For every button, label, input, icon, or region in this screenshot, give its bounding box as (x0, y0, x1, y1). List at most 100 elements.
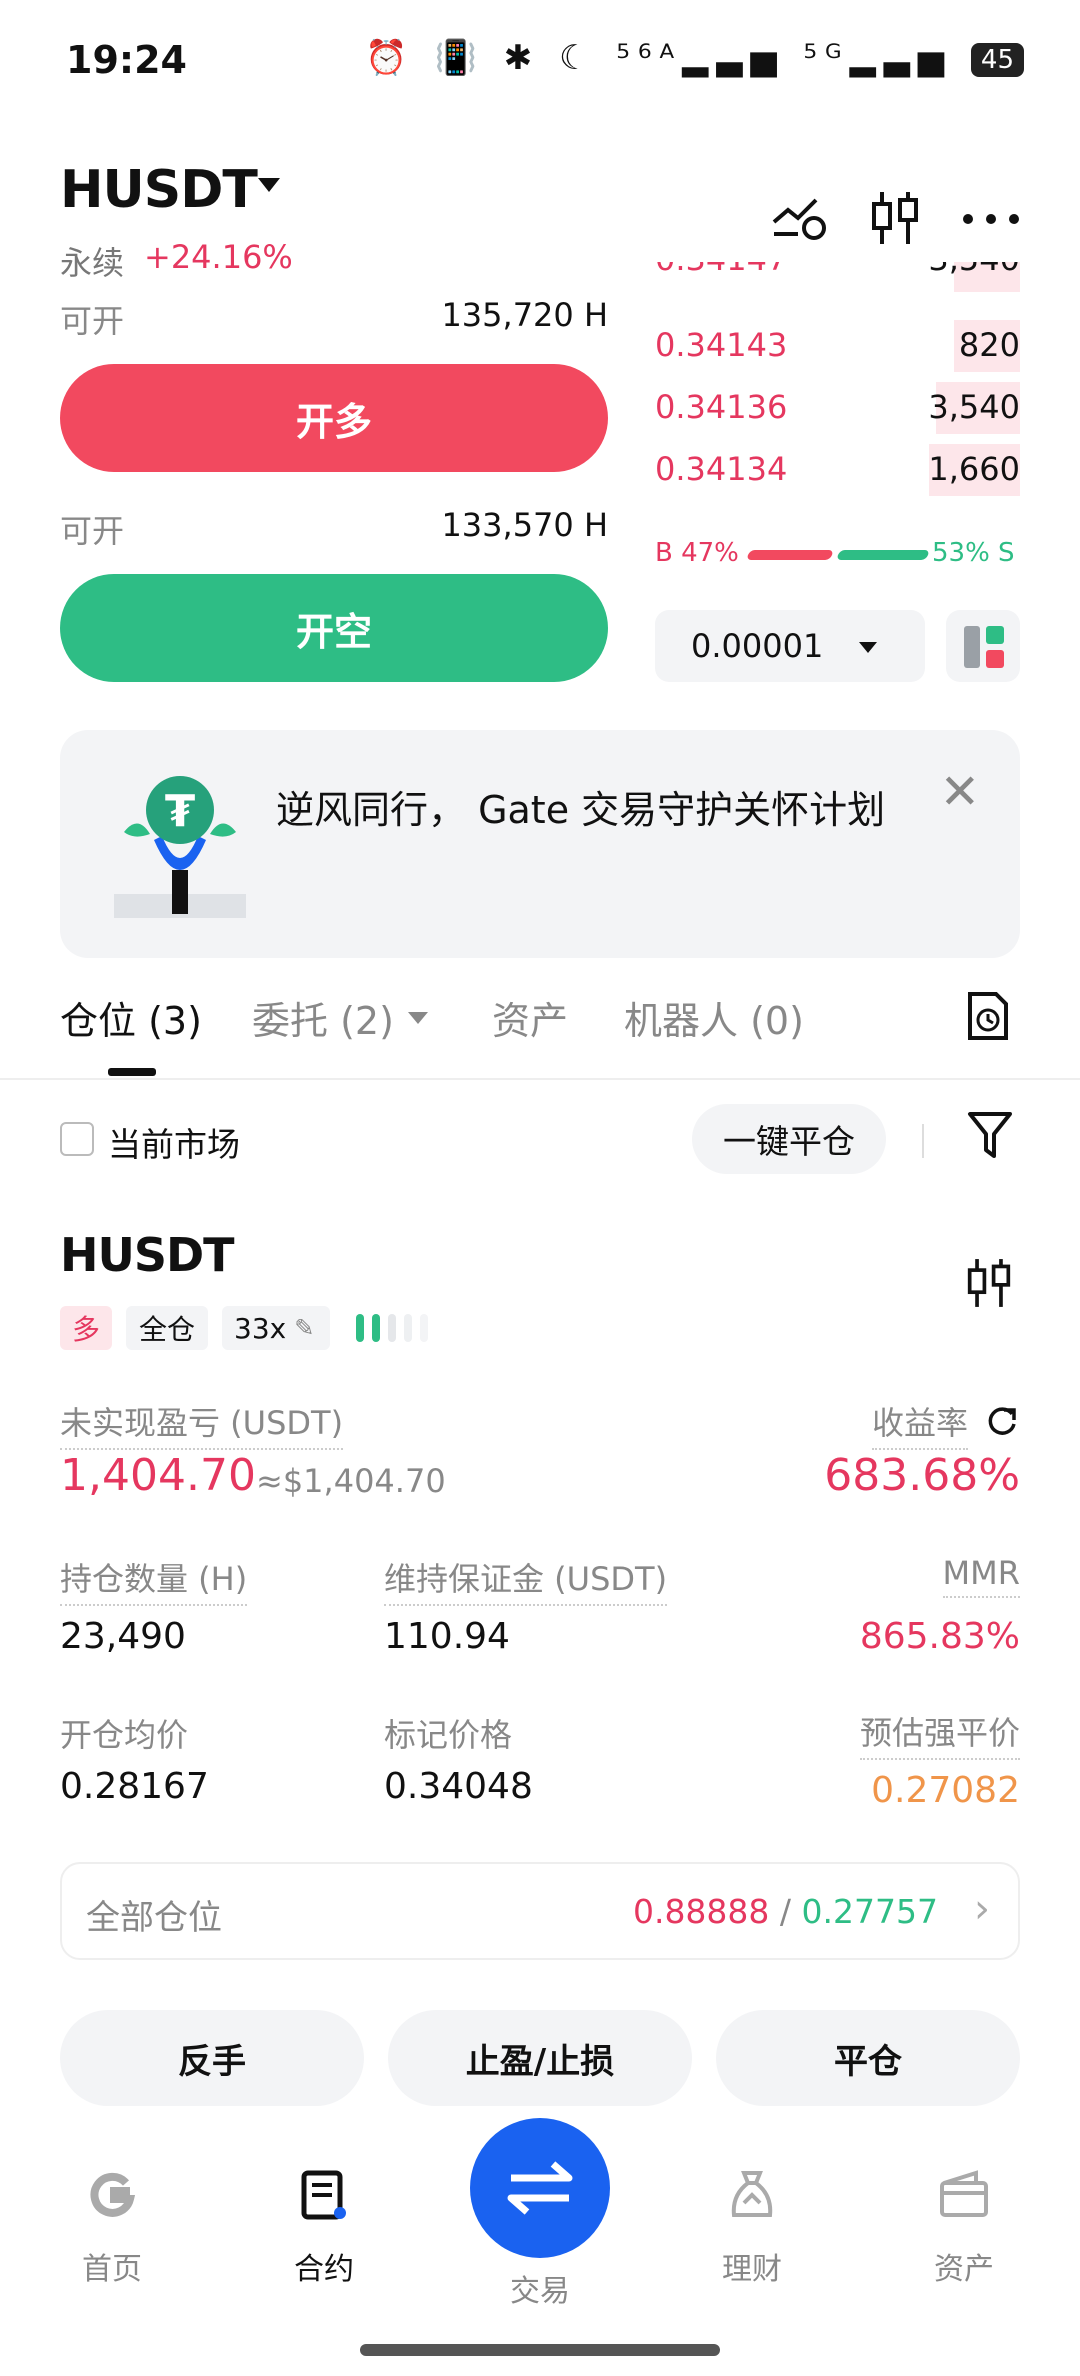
all-positions-values: 0.88888 / 0.27757 (633, 1892, 938, 1931)
all-positions-row[interactable]: 全部仓位 0.88888 / 0.27757 › (60, 1862, 1020, 1960)
orderbook-qty: 1,660 (928, 450, 1020, 488)
mark-price-value: 0.34048 (384, 1766, 533, 1807)
entry-price-label: 开仓均价 (60, 1716, 189, 1754)
entry-price-value: 0.28167 (60, 1766, 209, 1807)
nav-trade-label[interactable]: 交易 (480, 2266, 600, 2310)
orderbook-row[interactable]: 0.34136 3,540 (655, 378, 1020, 434)
orderbook-qty: 820 (958, 326, 1020, 364)
sell-ratio: 53% S (932, 538, 1015, 568)
mmr-value: 865.83% (859, 1616, 1020, 1657)
trade-fab-button[interactable] (470, 2118, 610, 2258)
current-market-checkbox[interactable] (60, 1122, 94, 1156)
status-icon-group: ⏰ 📳 ✱ ☾ ⁵⁶ᴬ▂▃▅ ⁵ᴳ▂▃▅ (365, 38, 953, 78)
close-all-button[interactable]: 一键平仓 (692, 1104, 886, 1174)
wallet-icon (940, 2170, 988, 2217)
filter-icon[interactable] (966, 1110, 1014, 1162)
liquidation-price-label[interactable]: 预估强平价 (859, 1708, 1020, 1760)
mmr-label[interactable]: MMR (942, 1554, 1020, 1598)
nav-futures-label: 合约 (294, 2252, 354, 2287)
home-icon (90, 2172, 136, 2217)
reverse-position-button[interactable]: 反手 (60, 2010, 364, 2106)
all-positions-green-value: 0.27757 (801, 1892, 938, 1931)
position-size-label[interactable]: 持仓数量 (H) (60, 1554, 248, 1606)
tab-active-indicator (108, 1068, 156, 1076)
nav-finance-label: 理财 (722, 2252, 782, 2287)
orderbook-price: 0.34136 (655, 388, 788, 426)
buy-ratio-bar (746, 550, 834, 560)
orderbook-row[interactable]: 0.34134 1,660 (655, 440, 1020, 496)
maintenance-margin-value: 110.94 (384, 1616, 510, 1657)
orders-dropdown-icon[interactable] (408, 1012, 428, 1024)
position-symbol[interactable]: HUSDT (60, 1228, 235, 1282)
long-available-label: 可开 (60, 302, 125, 340)
tab-positions[interactable]: 仓位 (3) (60, 990, 202, 1045)
layout-icon (964, 626, 1004, 668)
all-positions-label: 全部仓位 (86, 1898, 222, 1938)
nav-home[interactable]: 首页 (52, 2160, 172, 2288)
all-positions-red-value: 0.88888 (632, 1892, 770, 1931)
edit-icon: ✎ (294, 1314, 315, 1342)
tab-orders[interactable]: 委托 (2) (252, 990, 394, 1045)
unrealized-pnl-label[interactable]: 未实现盈亏 (USDT) (60, 1398, 344, 1450)
precision-select[interactable]: 0.00001 (655, 610, 925, 682)
tab-assets[interactable]: 资产 (492, 990, 568, 1045)
symbol-title[interactable]: HUSDT (60, 160, 258, 220)
roe-value: 683.68% (824, 1450, 1020, 1501)
side-tag: 多 (60, 1306, 112, 1350)
price-change: +24.16% (144, 238, 293, 276)
close-icon[interactable]: ✕ (940, 764, 980, 820)
buy-ratio: B 47% (655, 538, 739, 568)
mark-price-label: 标记价格 (384, 1716, 513, 1754)
futures-icon (301, 2170, 346, 2220)
contract-type: 永续 (60, 244, 125, 282)
chevron-down-icon (859, 642, 877, 653)
open-long-button[interactable]: 开多 (60, 364, 608, 472)
nav-assets-label: 资产 (934, 2252, 994, 2287)
current-market-label[interactable]: 当前市场 (108, 1118, 240, 1166)
close-position-button[interactable]: 平仓 (716, 2010, 1020, 2106)
orderbook-price: 0.34143 (655, 326, 788, 364)
sell-ratio-bar (836, 550, 930, 560)
orderbook-price: 0.34134 (655, 450, 788, 488)
open-short-button[interactable]: 开空 (60, 574, 608, 682)
nav-finance[interactable]: 理财 (692, 2160, 812, 2288)
precision-value: 0.00001 (691, 627, 824, 665)
leverage-tag[interactable]: 33x ✎ (222, 1306, 330, 1350)
nav-futures[interactable]: 合约 (264, 2160, 384, 2288)
orderbook-row[interactable]: 0.34147 3,540 (655, 262, 1020, 292)
battery-icon: 45 (970, 42, 1024, 77)
unrealized-pnl-value: 1,404.70 (60, 1450, 256, 1501)
tether-hands-illustration: ₮ (114, 776, 246, 918)
unrealized-pnl-usd: ≈$1,404.70 (256, 1462, 446, 1500)
banner-text: 逆风同行， Gate 交易守护关怀计划 (276, 788, 886, 832)
nav-assets[interactable]: 资产 (904, 2160, 1024, 2288)
chevron-right-icon: › (974, 1886, 990, 1932)
candlestick-chart-icon[interactable] (966, 1256, 1012, 1310)
maintenance-margin-label[interactable]: 维持保证金 (USDT) (384, 1554, 668, 1606)
roe-label[interactable]: 收益率 (871, 1398, 968, 1450)
orderbook-layout-button[interactable] (946, 610, 1020, 682)
status-icons: ⏰ 📳 ✱ ☾ ⁵⁶ᴬ▂▃▅ ⁵ᴳ▂▃▅ 45 (365, 38, 1024, 78)
filter-divider (922, 1124, 924, 1158)
status-time: 19:24 (66, 38, 187, 82)
history-icon[interactable] (966, 990, 1010, 1042)
leverage-value: 33x (234, 1311, 287, 1345)
candlestick-chart-icon[interactable] (870, 190, 920, 246)
more-options-icon[interactable] (962, 212, 1020, 226)
adl-indicator-icon (356, 1314, 428, 1342)
promo-banner[interactable]: ₮ 逆风同行， Gate 交易守护关怀计划 ✕ (60, 730, 1020, 958)
price-alert-icon[interactable] (772, 192, 828, 242)
short-available-value: 133,570 H (441, 506, 608, 544)
share-icon[interactable] (986, 1404, 1020, 1438)
tab-bots[interactable]: 机器人 (0) (624, 990, 804, 1045)
status-bar: 19:24 ⏰ 📳 ✱ ☾ ⁵⁶ᴬ▂▃▅ ⁵ᴳ▂▃▅ 45 (0, 0, 1080, 130)
home-indicator (360, 2344, 720, 2356)
orderbook-row[interactable]: 0.34143 820 (655, 316, 1020, 372)
orderbook-qty: 3,540 (928, 388, 1020, 426)
tp-sl-button[interactable]: 止盈/止损 (388, 2010, 692, 2106)
symbol-dropdown-icon[interactable] (258, 178, 280, 192)
tab-divider (0, 1078, 1080, 1080)
swap-icon (507, 2161, 573, 2215)
finance-icon (731, 2171, 773, 2217)
margin-mode-tag: 全仓 (126, 1306, 208, 1350)
